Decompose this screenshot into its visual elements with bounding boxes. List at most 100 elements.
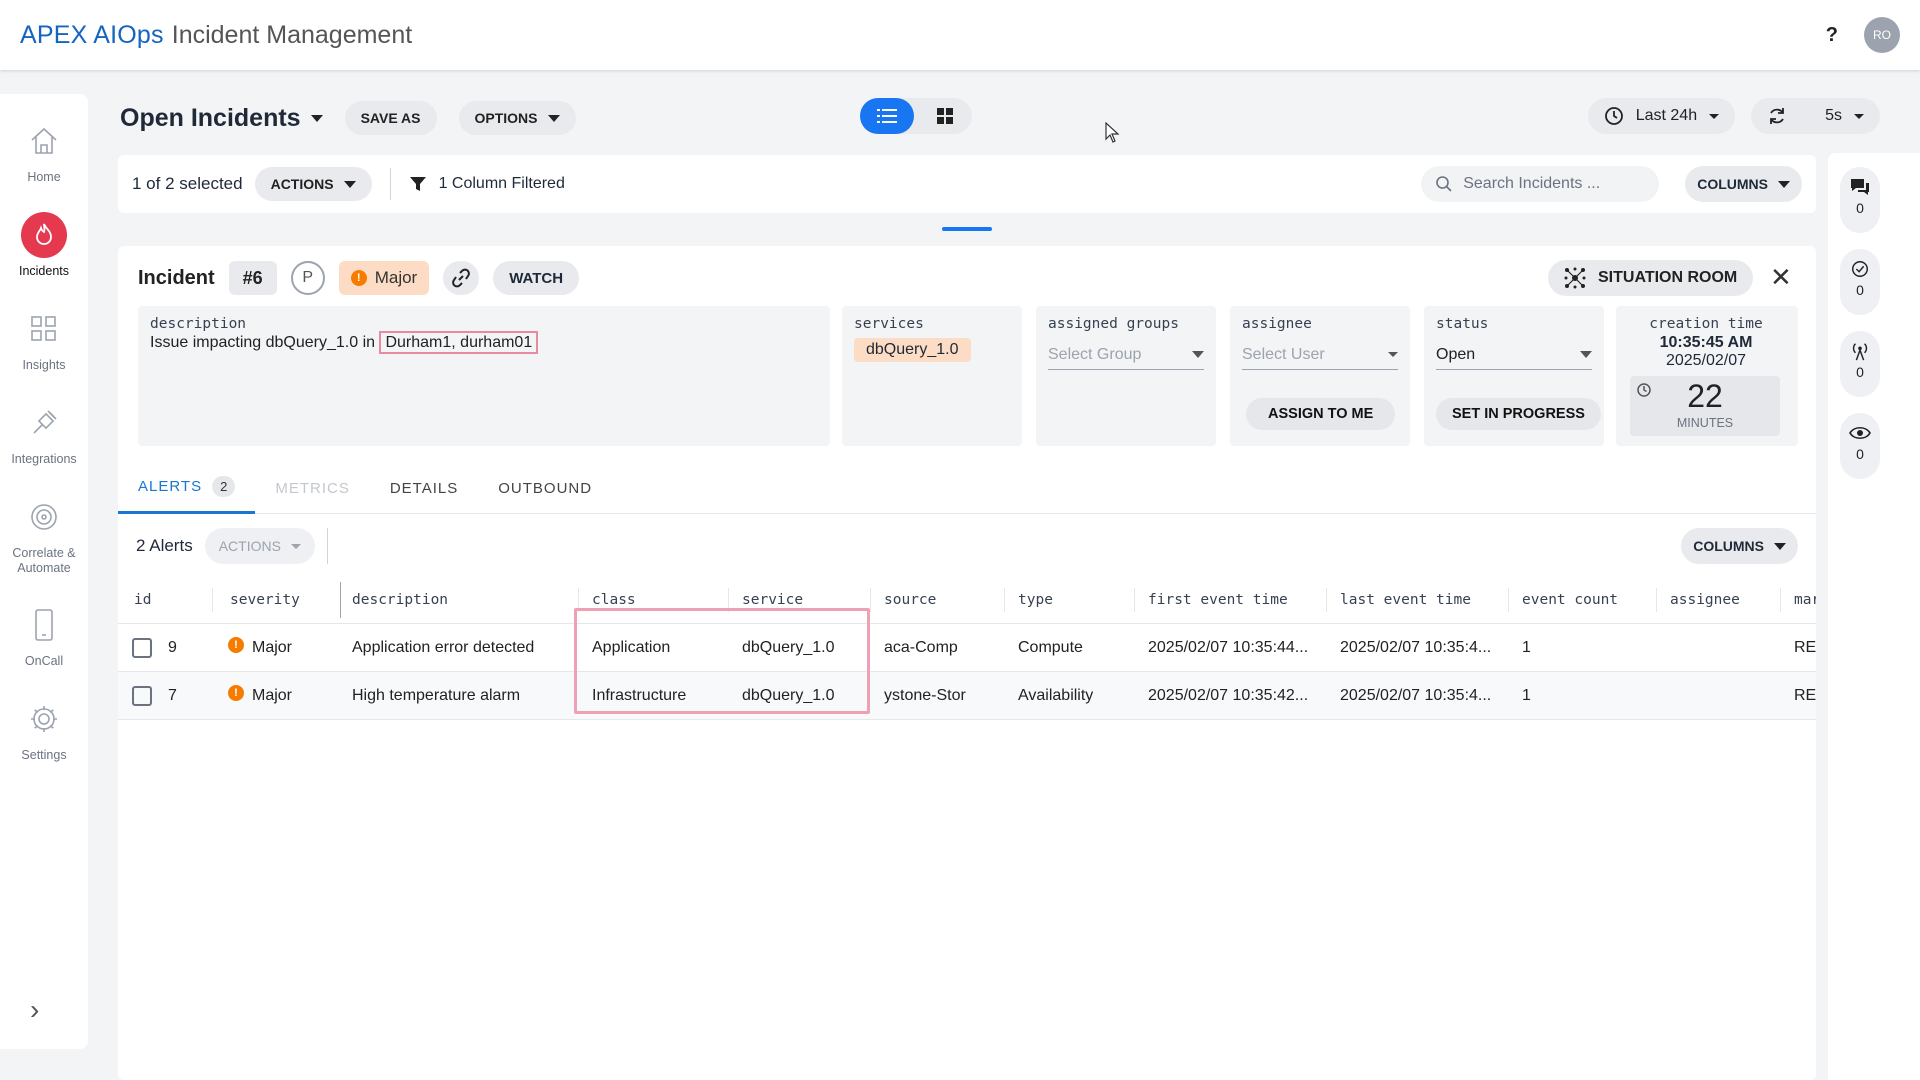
column-divider[interactable]: [212, 588, 213, 612]
help-icon[interactable]: ?: [1826, 24, 1838, 47]
row-checkbox[interactable]: [132, 672, 152, 720]
column-header[interactable]: type: [1018, 576, 1053, 624]
service-chip[interactable]: dbQuery_1.0: [854, 338, 971, 362]
actions-button[interactable]: ACTIONS: [254, 167, 372, 201]
expand-sidebar-icon[interactable]: ›: [30, 994, 39, 1026]
gear-icon: [21, 696, 67, 742]
watchers-button[interactable]: 0: [1840, 413, 1880, 479]
column-divider[interactable]: [870, 588, 871, 612]
assignee-label: assignee: [1242, 316, 1312, 332]
column-header[interactable]: first event time: [1148, 576, 1288, 624]
tab-alerts[interactable]: ALERTS 2: [118, 462, 256, 514]
save-as-button[interactable]: SAVE AS: [344, 101, 437, 135]
status-select[interactable]: Open: [1436, 340, 1592, 370]
plug-icon: [21, 400, 67, 446]
columns-button[interactable]: COLUMNS: [1685, 166, 1802, 202]
group-select[interactable]: Select Group: [1048, 340, 1204, 370]
flame-icon: [21, 212, 67, 258]
column-divider[interactable]: [1004, 588, 1005, 612]
column-header[interactable]: class: [592, 576, 636, 624]
column-divider[interactable]: [1134, 588, 1135, 612]
table-header: id severity description class service so…: [118, 576, 1816, 624]
sidebar-item-label: Insights: [22, 358, 66, 372]
column-header[interactable]: id: [134, 576, 151, 624]
grid-view-button[interactable]: [918, 98, 972, 134]
sidebar-item-insights[interactable]: Insights: [0, 306, 88, 372]
alerts-columns-button[interactable]: COLUMNS: [1681, 528, 1798, 564]
column-divider[interactable]: [1780, 588, 1781, 612]
situation-room-button[interactable]: SITUATION ROOM: [1548, 260, 1754, 296]
column-divider[interactable]: [340, 582, 341, 618]
cell-description: High temperature alarm: [352, 687, 521, 704]
cell-id: 9: [168, 639, 177, 656]
table-row[interactable]: 9 ! Major Application error detected Appl…: [118, 624, 1816, 672]
column-divider[interactable]: [728, 588, 729, 612]
sidebar-item-label: Settings: [21, 748, 67, 762]
user-select[interactable]: Select User: [1242, 340, 1398, 370]
avatar[interactable]: RO: [1864, 17, 1900, 53]
refresh-icon: [1770, 108, 1784, 124]
sidebar-item-integrations[interactable]: Integrations: [0, 400, 88, 466]
column-divider[interactable]: [578, 588, 579, 612]
column-header[interactable]: mar: [1794, 576, 1816, 624]
chat-icon: [1851, 179, 1869, 195]
cell-service: dbQuery_1.0: [742, 687, 835, 704]
column-header[interactable]: severity: [230, 576, 300, 624]
table-row[interactable]: 7 ! Major High temperature alarm Infrastr…: [118, 672, 1816, 720]
row-checkbox[interactable]: [132, 624, 152, 672]
column-header[interactable]: service: [742, 576, 803, 624]
column-divider[interactable]: [1326, 588, 1327, 612]
cell-last-event-time: 2025/02/07 10:35:4...: [1340, 687, 1492, 704]
close-icon[interactable]: ✕: [1770, 264, 1792, 290]
column-header[interactable]: last event time: [1340, 576, 1471, 624]
tab-outbound[interactable]: OUTBOUND: [478, 462, 612, 514]
clock-icon: [1604, 107, 1623, 125]
sidebar-item-home[interactable]: Home: [0, 118, 88, 184]
column-divider[interactable]: [1508, 588, 1509, 612]
column-header[interactable]: event count: [1522, 576, 1618, 624]
sidebar-item-correlate[interactable]: Correlate & Automate: [0, 494, 88, 576]
cell-class: Infrastructure: [592, 687, 687, 704]
sidebar-item-oncall[interactable]: OnCall: [0, 602, 88, 668]
list-view-button[interactable]: [860, 98, 914, 134]
page-title[interactable]: Open Incidents: [120, 104, 323, 133]
description-card: description Issue impacting dbQuery_1.0 …: [138, 306, 830, 446]
resolved-button[interactable]: 0: [1840, 249, 1880, 315]
broadcast-button[interactable]: 0: [1840, 331, 1880, 397]
assign-to-me-button[interactable]: ASSIGN TO ME: [1246, 398, 1396, 430]
watch-button[interactable]: WATCH: [493, 261, 580, 295]
alerts-count-badge: 2: [212, 476, 236, 497]
filter-icon[interactable]: [409, 175, 427, 193]
filter-status[interactable]: 1 Column Filtered: [439, 175, 565, 193]
column-header[interactable]: source: [884, 576, 936, 624]
time-range-select[interactable]: Last 24h: [1587, 98, 1736, 134]
options-button[interactable]: OPTIONS: [458, 101, 576, 135]
right-rail: 0 0 0 0: [1828, 153, 1920, 1080]
link-icon: [452, 268, 471, 288]
cell-severity: ! Major: [228, 624, 292, 672]
age-value: 22: [1687, 378, 1723, 414]
set-in-progress-button[interactable]: SET IN PROGRESS: [1436, 398, 1601, 430]
priority-badge[interactable]: P: [290, 261, 325, 295]
column-header[interactable]: assignee: [1670, 576, 1740, 624]
column-divider[interactable]: [1656, 588, 1657, 612]
sidebar-item-settings[interactable]: Settings: [0, 696, 88, 762]
column-header[interactable]: description: [352, 576, 448, 624]
tab-details[interactable]: DETAILS: [370, 462, 478, 514]
cell-id: 7: [168, 687, 177, 704]
cell-class: Application: [592, 639, 671, 656]
severity-badge[interactable]: ! Major: [338, 261, 430, 295]
chevron-down-icon: [547, 114, 560, 122]
link-button[interactable]: [443, 261, 480, 295]
tab-metrics: METRICS: [275, 479, 350, 497]
cell-manager: RE:: [1794, 687, 1816, 704]
drag-handle[interactable]: [942, 227, 992, 231]
refresh-interval-select[interactable]: 5s: [1751, 98, 1880, 134]
assigned-groups-card: assigned groups Select Group: [1036, 306, 1216, 446]
status-card: status Open SET IN PROGRESS: [1424, 306, 1604, 446]
cell-manager: RE:: [1794, 639, 1816, 656]
broadcast-icon: [1852, 343, 1868, 361]
comments-button[interactable]: 0: [1840, 167, 1880, 233]
search-input[interactable]: Search Incidents ...: [1421, 166, 1660, 202]
sidebar-item-incidents[interactable]: Incidents: [0, 212, 88, 278]
